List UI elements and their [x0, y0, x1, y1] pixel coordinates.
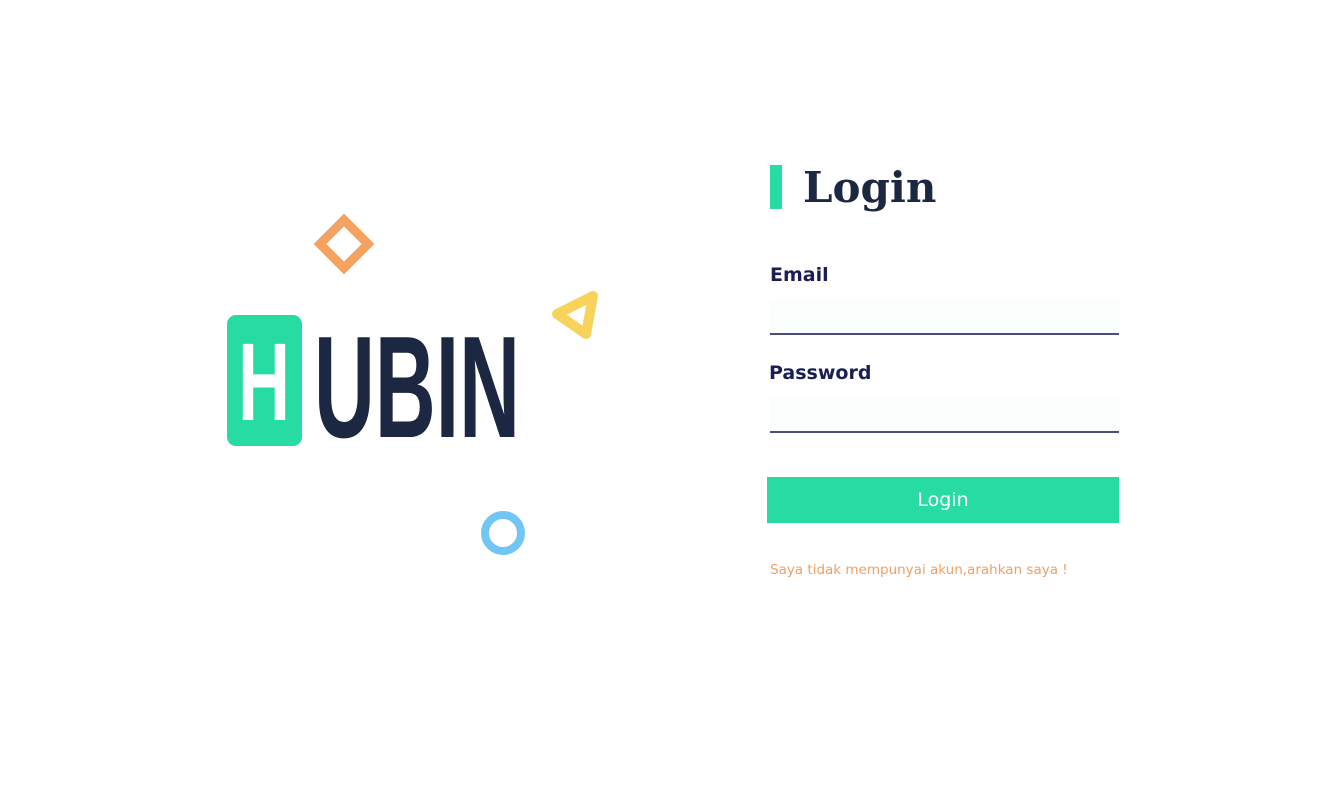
brand-logo: H UBIN: [227, 213, 598, 555]
logo-wordmark: UBIN: [314, 306, 520, 468]
title-accent-bar: [770, 165, 782, 209]
page-title: Login: [803, 163, 937, 212]
email-field[interactable]: [770, 299, 1119, 335]
diamond-icon: [313, 213, 375, 275]
password-label: Password: [769, 362, 872, 384]
ring-icon: [481, 511, 525, 555]
triangle-icon: [552, 291, 598, 339]
password-field[interactable]: [770, 397, 1119, 433]
page: H UBIN Login Email Password Login Saya t…: [0, 0, 1335, 798]
logo-h-letter: H: [238, 321, 290, 444]
register-link[interactable]: Saya tidak mempunyai akun,arahkan saya !: [770, 562, 1068, 578]
email-label: Email: [770, 264, 829, 286]
brand-area: H UBIN: [0, 0, 700, 798]
login-panel: Login Email Password Login Saya tidak me…: [766, 160, 1122, 578]
title-row: Login: [766, 160, 1122, 216]
login-button[interactable]: Login: [767, 477, 1119, 523]
